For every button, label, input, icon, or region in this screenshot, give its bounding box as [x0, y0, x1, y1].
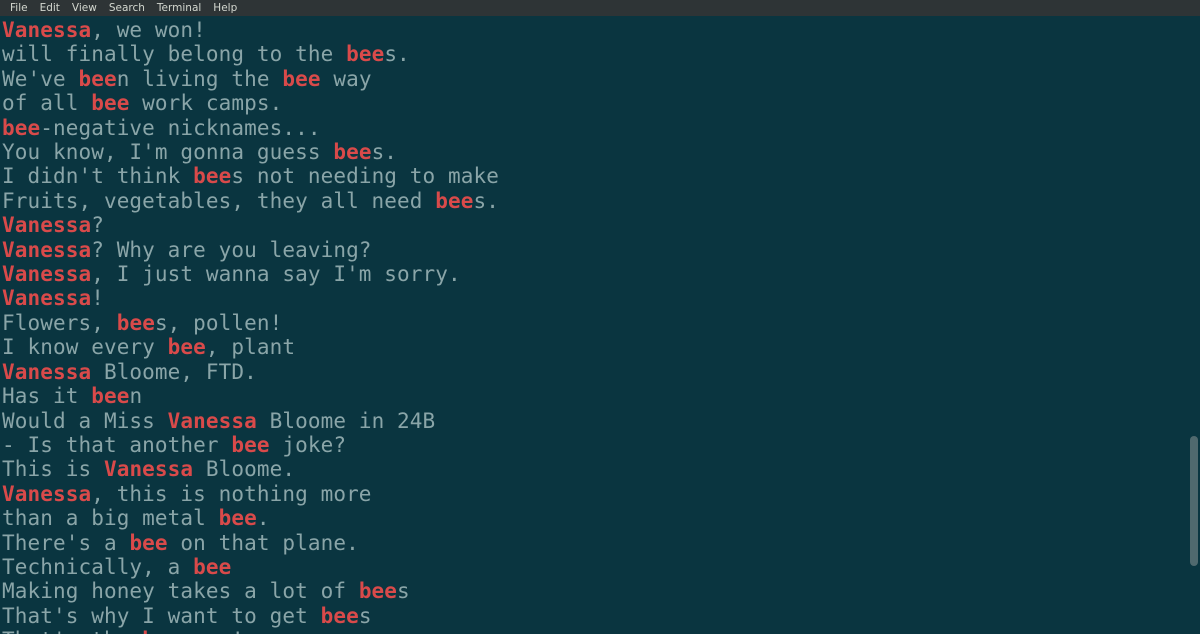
- terminal-line: We've been living the bee way: [2, 67, 1198, 91]
- menu-file[interactable]: File: [4, 2, 34, 14]
- terminal-line: than a big metal bee.: [2, 506, 1198, 530]
- terminal-line: Vanessa? Why are you leaving?: [2, 238, 1198, 262]
- terminal-line: Vanessa, this is nothing more: [2, 482, 1198, 506]
- terminal-line: Technically, a bee: [2, 555, 1198, 579]
- terminal-output: Vanessa, we won!will finally belong to t…: [2, 18, 1198, 634]
- highlight-match: bee: [359, 579, 397, 603]
- terminal-line: Vanessa, I just wanna say I'm sorry.: [2, 262, 1198, 286]
- highlight-match: bee: [333, 140, 371, 164]
- terminal-line: - Is that another bee joke?: [2, 433, 1198, 457]
- terminal-line: This is Vanessa Bloome.: [2, 457, 1198, 481]
- highlight-match: bee: [2, 116, 40, 140]
- highlight-match: bee: [142, 628, 180, 634]
- terminal-line: I didn't think bees not needing to make: [2, 164, 1198, 188]
- highlight-match: bee: [91, 384, 129, 408]
- highlight-match: bee: [91, 91, 129, 115]
- terminal-area[interactable]: Vanessa, we won!will finally belong to t…: [0, 16, 1200, 634]
- menubar: File Edit View Search Terminal Help: [0, 0, 1200, 16]
- highlight-match: Vanessa: [2, 482, 91, 506]
- highlight-match: bee: [321, 604, 359, 628]
- terminal-line: Vanessa!: [2, 286, 1198, 310]
- highlight-match: Vanessa: [104, 457, 193, 481]
- highlight-match: Vanessa: [2, 213, 91, 237]
- terminal-line: will finally belong to the bees.: [2, 42, 1198, 66]
- terminal-line: Vanessa?: [2, 213, 1198, 237]
- terminal-line: Flowers, bees, pollen!: [2, 311, 1198, 335]
- terminal-line: There's a bee on that plane.: [2, 531, 1198, 555]
- highlight-match: bee: [193, 555, 231, 579]
- terminal-line: You know, I'm gonna guess bees.: [2, 140, 1198, 164]
- terminal-line: I know every bee, plant: [2, 335, 1198, 359]
- menu-edit[interactable]: Edit: [34, 2, 66, 14]
- terminal-line: Fruits, vegetables, they all need bees.: [2, 189, 1198, 213]
- terminal-line: That's why I want to get bees: [2, 604, 1198, 628]
- highlight-match: Vanessa: [2, 262, 91, 286]
- highlight-match: bee: [282, 67, 320, 91]
- highlight-match: bee: [78, 67, 116, 91]
- highlight-match: Vanessa: [2, 238, 91, 262]
- highlight-match: Vanessa: [2, 18, 91, 42]
- terminal-line: of all bee work camps.: [2, 91, 1198, 115]
- highlight-match: bee: [231, 433, 269, 457]
- terminal-line: Would a Miss Vanessa Bloome in 24B: [2, 409, 1198, 433]
- terminal-line: Making honey takes a lot of bees: [2, 579, 1198, 603]
- terminal-line: That's the bee way!: [2, 628, 1198, 634]
- terminal-line: Vanessa Bloome, FTD.: [2, 360, 1198, 384]
- highlight-match: Vanessa: [2, 286, 91, 310]
- terminal-line: Has it been: [2, 384, 1198, 408]
- highlight-match: bee: [193, 164, 231, 188]
- menu-help[interactable]: Help: [207, 2, 243, 14]
- terminal-line: Vanessa, we won!: [2, 18, 1198, 42]
- scrollbar-thumb[interactable]: [1190, 436, 1198, 566]
- menu-search[interactable]: Search: [103, 2, 151, 14]
- menu-view[interactable]: View: [66, 2, 103, 14]
- highlight-match: Vanessa: [2, 360, 91, 384]
- terminal-line: bee-negative nicknames...: [2, 116, 1198, 140]
- highlight-match: bee: [346, 42, 384, 66]
- highlight-match: bee: [168, 335, 206, 359]
- highlight-match: bee: [219, 506, 257, 530]
- highlight-match: Vanessa: [168, 409, 257, 433]
- highlight-match: bee: [129, 531, 167, 555]
- highlight-match: bee: [435, 189, 473, 213]
- highlight-match: bee: [117, 311, 155, 335]
- menu-terminal[interactable]: Terminal: [151, 2, 207, 14]
